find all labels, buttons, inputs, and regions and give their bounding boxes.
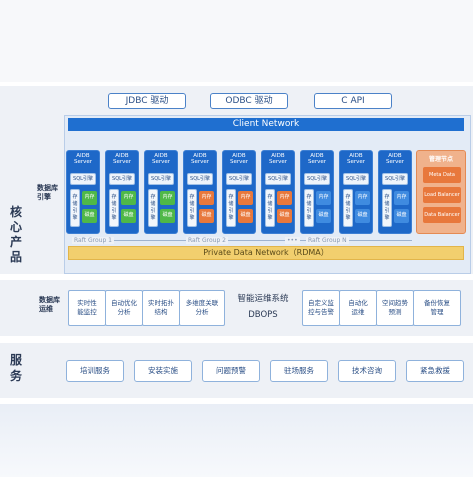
db-engine-label: 数据库引擎 xyxy=(37,184,58,201)
storage-engine: 存储引擎 xyxy=(304,189,314,227)
ops-tool-space-trend: 空间趋势 预测 xyxy=(376,290,414,326)
load-balancer-box: Load Balancer xyxy=(423,187,461,203)
core-product-label: 核心产品 xyxy=(10,205,23,264)
aidb-server: AIDB Server SQL引擎存储引擎 内存磁盘 xyxy=(261,150,295,234)
sql-engine: SQL引擎 xyxy=(187,173,213,185)
private-network-bar: Private Data Network（RDMA） xyxy=(68,246,464,260)
c-api: C API xyxy=(314,93,392,109)
memory-box: 内存 xyxy=(121,191,136,205)
service-warning: 问题预警 xyxy=(202,360,260,382)
server-title: AIDB Server xyxy=(385,153,405,165)
ops-tool-correlation: 多维度关联 分析 xyxy=(179,290,225,326)
meta-data-box: Meta Data xyxy=(423,167,461,183)
memory-box: 内存 xyxy=(82,191,97,205)
aidb-server: AIDB Server SQL引擎存储引擎 内存磁盘 xyxy=(144,150,178,234)
aidb-server: AIDB Server SQL引擎存储引擎 内存磁盘 xyxy=(105,150,139,234)
raft-ellipsis: ••• xyxy=(285,237,300,244)
ops-tool-auto-ops: 自动化 运维 xyxy=(339,290,377,326)
storage-engine: 存储引擎 xyxy=(343,189,353,227)
memory-box: 内存 xyxy=(277,191,292,205)
services-label: 服务 xyxy=(10,353,23,383)
sql-engine: SQL引擎 xyxy=(226,173,252,185)
ops-tool-custom-alert: 自定义监 控与告警 xyxy=(302,290,340,326)
memory-box: 内存 xyxy=(160,191,175,205)
disk-box: 磁盘 xyxy=(199,209,214,223)
memory-box: 内存 xyxy=(238,191,253,205)
db-ops-label: 数据库运维 xyxy=(39,296,60,313)
server-title: AIDB Server xyxy=(190,153,210,165)
server-title: AIDB Server xyxy=(268,153,288,165)
dbops-en: DBOPS xyxy=(248,310,278,320)
raft-line xyxy=(76,240,412,241)
data-balancer-box: Data Balancer xyxy=(423,207,461,223)
memory-box: 内存 xyxy=(355,191,370,205)
sql-engine: SQL引擎 xyxy=(70,173,96,185)
sql-engine: SQL引擎 xyxy=(109,173,135,185)
sql-engine: SQL引擎 xyxy=(148,173,174,185)
odbc-driver: ODBC 驱动 xyxy=(210,93,288,109)
ops-tool-backup: 备份恢复 管理 xyxy=(413,290,461,326)
service-consulting: 技术咨询 xyxy=(338,360,396,382)
ops-tool-topology: 实时拓扑 结构 xyxy=(142,290,180,326)
top-strip xyxy=(0,0,473,82)
disk-box: 磁盘 xyxy=(277,209,292,223)
storage-engine: 存储引擎 xyxy=(382,189,392,227)
aidb-server: AIDB Server SQL引擎存储引擎 内存磁盘 xyxy=(183,150,217,234)
raft-group-1: Raft Group 1 xyxy=(72,237,114,244)
aidb-server: AIDB Server SQL引擎存储引擎 内存磁盘 xyxy=(339,150,373,234)
server-title: AIDB Server xyxy=(307,153,327,165)
bottom-strip xyxy=(0,404,473,477)
server-title: AIDB Server xyxy=(73,153,93,165)
disk-box: 磁盘 xyxy=(238,209,253,223)
sql-engine: SQL引擎 xyxy=(265,173,291,185)
memory-box: 内存 xyxy=(316,191,331,205)
server-title: AIDB Server xyxy=(151,153,171,165)
storage-engine: 存储引擎 xyxy=(226,189,236,227)
service-onsite: 驻场服务 xyxy=(270,360,328,382)
server-title: AIDB Server xyxy=(112,153,132,165)
server-title: AIDB Server xyxy=(346,153,366,165)
private-network-label: Private Data Network（RDMA） xyxy=(203,248,329,257)
disk-box: 磁盘 xyxy=(355,209,370,223)
management-title: 管理节点 xyxy=(428,156,453,163)
disk-box: 磁盘 xyxy=(121,209,136,223)
aidb-server: AIDB Server SQL引擎存储引擎 内存磁盘 xyxy=(222,150,256,234)
disk-box: 磁盘 xyxy=(82,209,97,223)
service-training: 培训服务 xyxy=(66,360,124,382)
service-emergency: 紧急救援 xyxy=(406,360,464,382)
storage-engine: 存储引擎 xyxy=(109,189,119,227)
service-installation: 安装实施 xyxy=(134,360,192,382)
server-title: AIDB Server xyxy=(229,153,249,165)
sql-engine: SQL引擎 xyxy=(304,173,330,185)
sql-engine: SQL引擎 xyxy=(382,173,408,185)
disk-box: 磁盘 xyxy=(394,209,409,223)
storage-engine: 存储引擎 xyxy=(70,189,80,227)
sql-engine: SQL引擎 xyxy=(343,173,369,185)
raft-group-2: Raft Group 2 xyxy=(186,237,228,244)
raft-group-n: Raft Group N xyxy=(306,237,349,244)
memory-box: 内存 xyxy=(394,191,409,205)
disk-box: 磁盘 xyxy=(316,209,331,223)
disk-box: 磁盘 xyxy=(160,209,175,223)
storage-engine: 存储引擎 xyxy=(265,189,275,227)
storage-engine: 存储引擎 xyxy=(148,189,158,227)
aidb-server: AIDB Server SQL引擎存储引擎 内存磁盘 xyxy=(378,150,412,234)
memory-box: 内存 xyxy=(199,191,214,205)
jdbc-driver: JDBC 驱动 xyxy=(108,93,186,109)
aidb-server: AIDB Server SQL引擎存储引擎 内存磁盘 xyxy=(300,150,334,234)
client-network-bar: Client Network xyxy=(68,118,464,131)
management-node: 管理节点 Meta Data Load Balancer Data Balanc… xyxy=(416,150,466,234)
storage-engine: 存储引擎 xyxy=(187,189,197,227)
dbops-cn: 智能运维系统 xyxy=(237,294,289,304)
ops-tool-auto-optimize: 自动优化 分析 xyxy=(105,290,143,326)
aidb-server: AIDB Server SQL引擎存储引擎 内存磁盘 xyxy=(66,150,100,234)
dbops-title: 智能运维系统 DBOPS xyxy=(226,292,300,320)
ops-tool-realtime-monitor: 实时性 能监控 xyxy=(68,290,106,326)
